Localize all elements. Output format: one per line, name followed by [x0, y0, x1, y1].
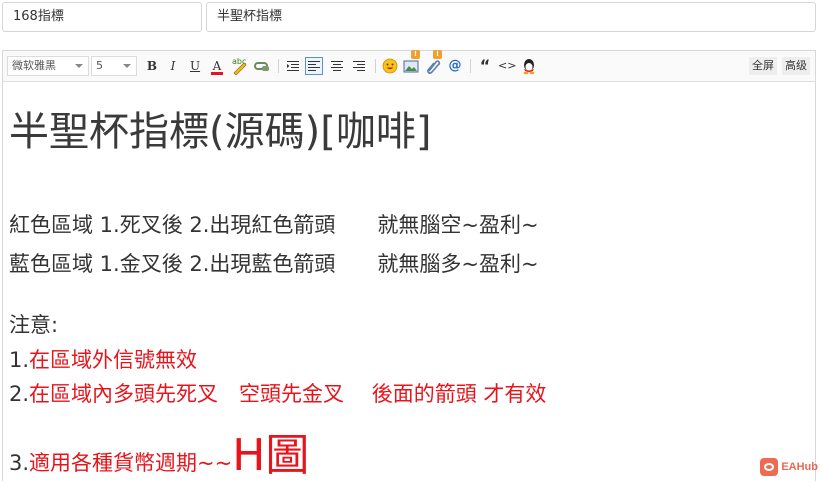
font-family-select[interactable]: 微软雅黑: [7, 56, 89, 76]
advanced-button[interactable]: 高级: [782, 57, 810, 75]
watermark-text: EAHub: [781, 461, 818, 473]
font-color-button[interactable]: A: [208, 57, 226, 75]
toolbar-divider: [375, 59, 376, 73]
qq-button[interactable]: [520, 57, 538, 75]
font-color-swatch: [211, 72, 223, 75]
eahub-logo-icon: [760, 458, 779, 476]
attachment-button[interactable]: !: [424, 50, 442, 75]
indent-icon: [287, 61, 299, 71]
qq-icon: [523, 59, 535, 75]
badge-icon: !: [411, 50, 420, 59]
note-label: 注意:: [9, 313, 59, 337]
spellcheck-button[interactable]: abc: [230, 57, 248, 75]
bold-button[interactable]: B: [143, 57, 161, 75]
note-item-emphasis: H圖: [232, 430, 310, 481]
chevron-down-icon: [75, 64, 83, 68]
underline-button[interactable]: U: [186, 57, 204, 75]
image-icon: [403, 60, 419, 73]
badge-icon: !: [433, 50, 442, 59]
content-line-blue-zone: 藍色區域 1.金叉後 2.出現藍色箭頭 就無腦多~盈利~: [9, 252, 539, 276]
note-item-number: 3.: [9, 451, 30, 475]
align-left-icon: [308, 61, 320, 71]
note-item-text: 在區域外信號無效: [29, 348, 198, 372]
pencil-icon: [233, 62, 247, 75]
code-button[interactable]: <>: [498, 57, 516, 75]
font-color-label: A: [212, 59, 222, 73]
chevron-down-icon: [123, 64, 131, 68]
link-button[interactable]: [253, 57, 271, 75]
at-icon: @: [448, 58, 462, 73]
content-heading: 半聖杯指標(源碼)[咖啡]: [9, 109, 432, 155]
note-item-text: 在區域內多頭先死叉 空頭先金叉 後面的箭頭 才有效: [29, 382, 547, 406]
link-icon: [254, 62, 269, 71]
align-right-icon: [353, 61, 365, 71]
category-input[interactable]: 168指標: [2, 2, 202, 32]
attachment-icon: [427, 60, 441, 74]
align-left-button[interactable]: [305, 57, 323, 75]
note-item-1: 1.在區域外信號無效: [9, 344, 197, 374]
italic-button[interactable]: I: [164, 57, 182, 75]
font-size-value: 5: [96, 59, 103, 72]
toolbar-divider: [278, 59, 279, 73]
quote-button[interactable]: “: [476, 57, 494, 75]
title-input[interactable]: 半聖杯指標: [206, 2, 816, 32]
font-family-value: 微软雅黑: [12, 59, 56, 72]
image-button[interactable]: !: [402, 50, 420, 75]
toolbar-divider: [470, 59, 471, 73]
fullscreen-button[interactable]: 全屏: [749, 57, 777, 75]
note-item-text: 適用各種貨幣週期~~: [29, 451, 233, 475]
align-center-icon: [331, 61, 343, 71]
rich-text-editor: 微软雅黑 5 B I U A abc ! ! @ “ <> 全屏 高级 半聖杯指…: [2, 50, 816, 481]
align-right-button[interactable]: [350, 57, 368, 75]
note-item-3: 3.適用各種貨幣週期~~H圖: [9, 419, 309, 483]
smiley-icon: [382, 58, 398, 74]
mention-button[interactable]: @: [446, 57, 464, 75]
font-size-select[interactable]: 5: [91, 56, 137, 76]
note-item-2: 2.在區域內多頭先死叉 空頭先金叉 後面的箭頭 才有效: [9, 378, 546, 408]
emoji-button[interactable]: [381, 57, 399, 75]
content-line-red-zone: 紅色區域 1.死叉後 2.出現紅色箭頭 就無腦空~盈利~: [9, 213, 539, 237]
indent-button[interactable]: [284, 57, 302, 75]
eahub-watermark: EAHub: [760, 457, 818, 477]
editor-toolbar: 微软雅黑 5 B I U A abc ! ! @ “ <> 全屏 高级: [3, 50, 815, 82]
code-icon: <>: [498, 59, 517, 72]
align-center-button[interactable]: [328, 57, 346, 75]
note-item-number: 1.: [9, 348, 30, 372]
quote-icon: “: [479, 56, 491, 75]
note-item-number: 2.: [9, 382, 30, 406]
